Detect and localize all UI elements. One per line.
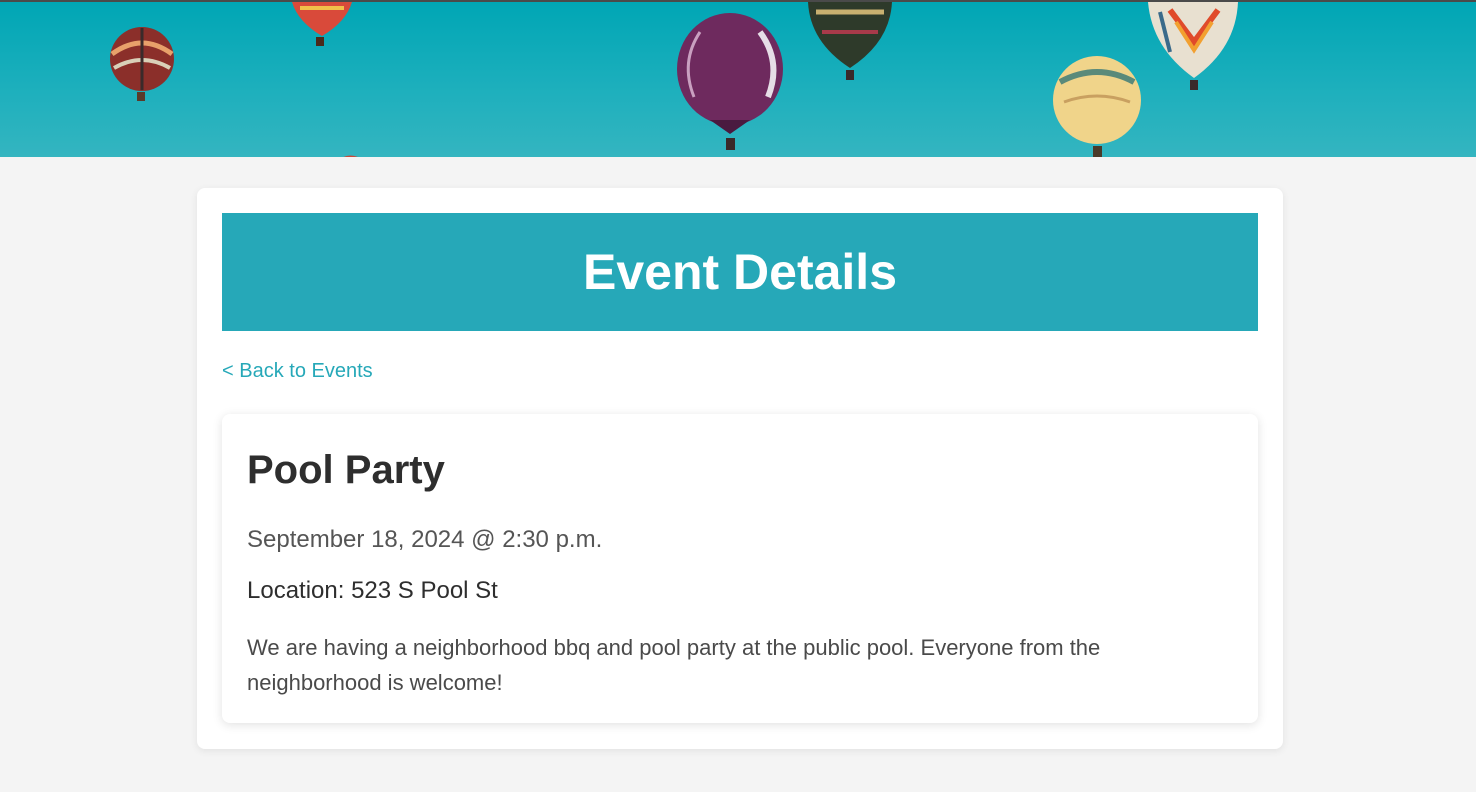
hot-air-balloons-image	[110, 2, 1238, 157]
balloon-7	[343, 155, 358, 157]
page-title: Event Details	[582, 244, 897, 300]
event-datetime: September 18, 2024 @ 2:30 p.m.	[247, 526, 603, 553]
event-name: Pool Party	[247, 448, 445, 492]
balloon-3	[677, 13, 783, 150]
balloon-6	[1148, 2, 1238, 90]
event-card: Pool Party September 18, 2024 @ 2:30 p.m…	[222, 414, 1258, 723]
page-header: Event Details	[222, 213, 1258, 331]
event-description: We are having a neighborhood bbq and poo…	[247, 635, 1101, 695]
balloon-4	[808, 2, 892, 80]
back-to-events-link[interactable]: < Back to Events	[222, 360, 373, 383]
balloon-5	[1053, 56, 1141, 157]
hero-banner	[0, 0, 1476, 157]
event-details-panel: Event Details < Back to Events Pool Part…	[197, 188, 1283, 749]
event-location: Location: 523 S Pool St	[247, 577, 498, 604]
balloon-2	[292, 2, 352, 46]
balloon-1	[110, 27, 174, 101]
